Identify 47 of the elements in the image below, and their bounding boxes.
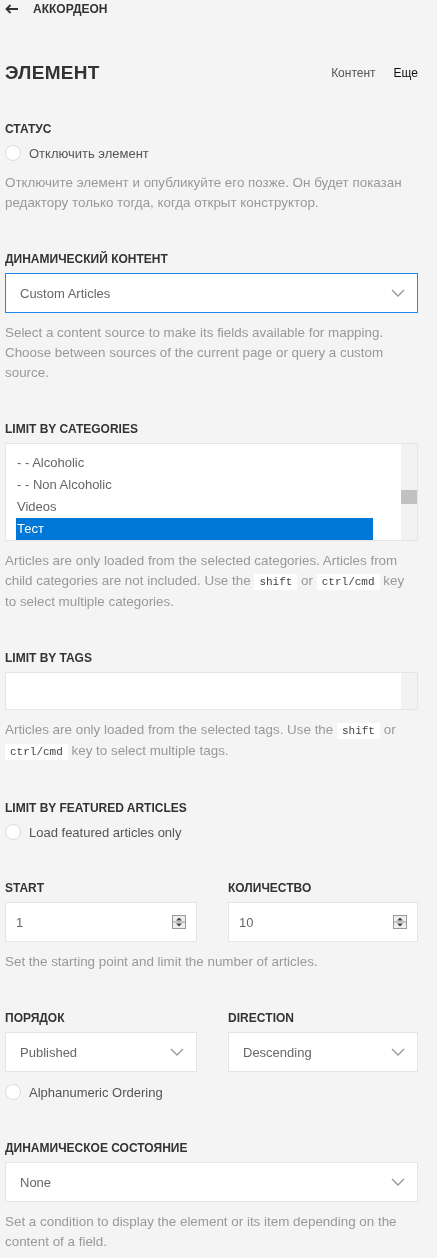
section-label: ДИНАМИЧЕСКИЙ КОНТЕНТ (5, 251, 169, 267)
select-field[interactable]: Custom Articles (5, 273, 418, 313)
select-field[interactable]: Descending (228, 1032, 418, 1072)
help-text: Set the starting point and limit the number of articles. (5, 953, 319, 971)
chevron-down-icon (391, 1048, 405, 1056)
help-text: Articles are only loaded from the selected tags. Use the shift or ctrl/cmd key to select multiple tags. (5, 721, 397, 762)
number-field[interactable]: 1 (5, 902, 197, 942)
section-label: LIMIT BY CATEGORIES (5, 421, 139, 437)
list-item[interactable]: Videos (16, 496, 373, 518)
back-arrow-icon (5, 4, 19, 14)
select-field[interactable]: Published (5, 1032, 197, 1072)
option-label: Отключить элемент (29, 145, 149, 161)
list-item[interactable]: Тест (16, 518, 373, 540)
section-label: СТАТУС (5, 121, 53, 137)
tab[interactable]: Еще (393, 66, 418, 80)
list-item[interactable]: - - Non Alcoholic (16, 474, 373, 496)
option-label: Load featured articles only (29, 824, 182, 840)
radio-button[interactable] (5, 145, 21, 161)
section-label: ДИНАМИЧЕСКОЕ СОСТОЯНИЕ (5, 1140, 189, 1156)
scrollbar[interactable] (401, 673, 417, 709)
help-text: Отключите элемент и опубликуйте его позже. Он будет показан редактору только тогда, когда открыт конструктор. (5, 174, 403, 212)
back-link[interactable]: АККОРДЕОН (5, 2, 108, 16)
panel-title: ЭЛЕМЕНТ (5, 62, 101, 84)
select-field[interactable]: None (5, 1162, 418, 1202)
radio-button[interactable] (5, 824, 21, 840)
scrollbar[interactable] (401, 444, 417, 540)
section-label: LIMIT BY FEATURED ARTICLES (5, 800, 188, 816)
spinner-icon[interactable] (393, 915, 407, 929)
chevron-down-icon (391, 1178, 405, 1186)
list-item[interactable]: - - Alcoholic (16, 452, 373, 474)
help-text: Set a condition to display the element or its item depending on the content of a field. (5, 1213, 398, 1251)
list-box[interactable]: - - Alcoholic - - Non Alcoholic Videos Тест (5, 443, 418, 541)
section-label: LIMIT BY TAGS (5, 650, 93, 666)
field-label: ПОРЯДОК (5, 1010, 66, 1026)
list-box[interactable] (5, 672, 418, 710)
chevron-down-icon (170, 1048, 184, 1056)
option-label: Alphanumeric Ordering (29, 1084, 163, 1100)
field-label: START (5, 880, 46, 896)
field-label: DIRECTION (228, 1010, 295, 1026)
number-field[interactable]: 10 (228, 902, 418, 942)
tab[interactable]: Контент (331, 66, 376, 80)
field-label: КОЛИЧЕСТВО (228, 880, 313, 896)
help-text: Select a content source to make its fields available for mapping. Choose between sources of the current page or query a custom source. (5, 324, 385, 382)
chevron-down-icon (391, 289, 405, 297)
radio-button[interactable] (5, 1084, 21, 1100)
help-text: Articles are only loaded from the selected categories. Articles from child categories are not included. Use the shift or ctrl/cmd key to select multiple categories. (5, 552, 406, 611)
spinner-icon[interactable] (172, 915, 186, 929)
